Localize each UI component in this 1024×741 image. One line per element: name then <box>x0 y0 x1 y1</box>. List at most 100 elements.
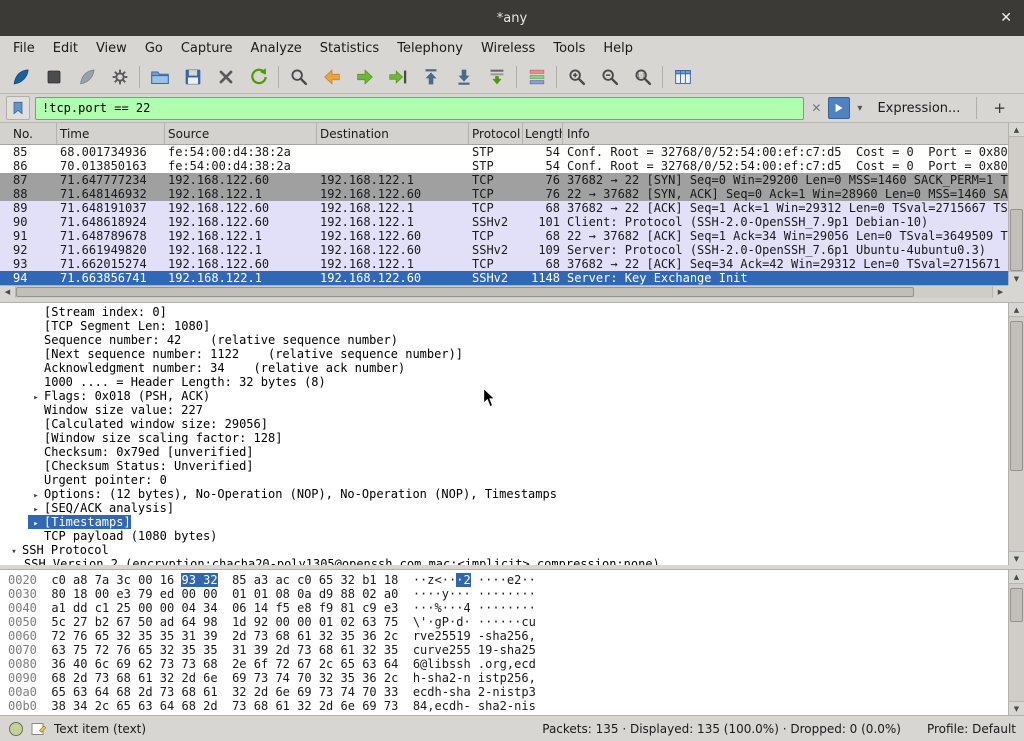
ascii-char[interactable]: 2 <box>521 643 528 657</box>
menu-view[interactable]: View <box>87 38 136 59</box>
hex-byte[interactable]: ad <box>160 615 174 629</box>
ascii-char[interactable]: z <box>427 573 434 587</box>
restart-capture-button[interactable] <box>70 63 103 91</box>
open-file-button[interactable] <box>143 63 176 91</box>
add-filter-button[interactable]: + <box>985 99 1018 117</box>
hex-byte[interactable]: 50 <box>138 615 152 629</box>
detail-line[interactable]: TCP payload (1080 bytes) <box>0 529 1024 543</box>
hex-byte[interactable]: 2c <box>95 699 109 713</box>
ascii-char[interactable]: c <box>521 657 528 671</box>
hex-byte[interactable]: 68 <box>181 685 195 699</box>
scrollbar-thumb[interactable] <box>1010 588 1023 622</box>
packet-list-vscrollbar[interactable] <box>1008 123 1024 285</box>
ascii-char[interactable]: b <box>442 657 449 671</box>
hex-byte[interactable]: c1 <box>95 601 109 615</box>
ascii-char[interactable]: · <box>427 587 434 601</box>
hex-byte[interactable]: 08 <box>275 587 289 601</box>
ascii-char[interactable]: h <box>413 671 420 685</box>
hex-line[interactable]: 0040 a1 dd c1 25 00 00 04 34 06 14 f5 e8… <box>0 601 1024 615</box>
menu-file[interactable]: File <box>4 38 44 59</box>
hex-byte[interactable]: f5 <box>275 601 289 615</box>
go-forward-button[interactable] <box>348 63 381 91</box>
hex-byte[interactable]: 65 <box>116 699 130 713</box>
hex-byte[interactable]: 01 <box>232 587 246 601</box>
hex-byte[interactable]: 68 <box>181 699 195 713</box>
hex-byte[interactable]: 65 <box>341 657 355 671</box>
hex-byte[interactable]: 18 <box>384 573 398 587</box>
packet-list-hscrollbar[interactable] <box>0 285 1008 298</box>
hex-byte[interactable]: 69 <box>362 699 376 713</box>
hex-byte[interactable]: 2e <box>232 657 246 671</box>
hex-byte[interactable]: 06 <box>232 601 246 615</box>
go-first-button[interactable] <box>414 63 447 91</box>
ascii-char[interactable]: 2 <box>507 671 514 685</box>
detail-line[interactable]: [Next sequence number: 1122 (relative se… <box>0 347 1024 361</box>
ascii-char[interactable]: · <box>492 587 499 601</box>
hex-byte[interactable]: 2d <box>275 643 289 657</box>
detail-line[interactable]: [TCP Segment Len: 1080] <box>0 319 1024 333</box>
hex-byte[interactable]: 6e <box>203 671 217 685</box>
ascii-char[interactable]: h <box>463 657 470 671</box>
hex-byte[interactable]: 65 <box>319 573 333 587</box>
hex-byte[interactable]: 27 <box>73 615 87 629</box>
ascii-char[interactable]: P <box>442 615 449 629</box>
detail-line[interactable]: 1000 .... = Header Length: 32 bytes (8) <box>0 375 1024 389</box>
hex-byte[interactable]: 6c <box>95 657 109 671</box>
ascii-char[interactable]: c <box>521 615 528 629</box>
hex-byte[interactable]: 68 <box>319 643 333 657</box>
ascii-char[interactable]: , <box>427 699 434 713</box>
hex-line[interactable]: 0080 36 40 6c 69 62 73 73 68 2e 6f 72 67… <box>0 657 1024 671</box>
hex-byte[interactable]: 73 <box>160 685 174 699</box>
hex-byte[interactable]: 73 <box>254 629 268 643</box>
hex-byte[interactable]: 63 <box>51 643 65 657</box>
expand-arrow-icon[interactable]: ▸ <box>28 391 44 405</box>
ascii-char[interactable]: · <box>500 615 507 629</box>
detail-line[interactable]: ▸[SEQ/ACK analysis] <box>0 501 1024 515</box>
hex-byte[interactable]: 75 <box>73 643 87 657</box>
hex-byte[interactable]: 93 <box>181 573 195 587</box>
ascii-char[interactable]: · <box>500 573 507 587</box>
packet-row-92[interactable]: 9271.661949820192.168.122.1192.168.122.6… <box>0 243 1008 257</box>
hex-byte[interactable]: 0a <box>297 587 311 601</box>
hex-byte[interactable]: 63 <box>73 685 87 699</box>
resize-columns-button[interactable] <box>666 63 699 91</box>
hex-line[interactable]: 0060 72 76 65 32 35 35 31 39 2d 73 68 61… <box>0 629 1024 643</box>
ascii-char[interactable]: 5 <box>529 643 536 657</box>
hex-byte[interactable]: 32 <box>297 699 311 713</box>
detail-line[interactable]: ▸Flags: 0x018 (PSH, ACK) <box>0 389 1024 403</box>
ascii-char[interactable]: s <box>529 699 536 713</box>
hex-byte[interactable]: 64 <box>181 615 195 629</box>
hex-byte[interactable]: 64 <box>95 685 109 699</box>
hex-byte[interactable]: 36 <box>362 671 376 685</box>
hex-byte[interactable]: 2c <box>384 671 398 685</box>
ascii-char[interactable]: · <box>529 573 536 587</box>
ascii-char[interactable]: , <box>507 657 514 671</box>
packet-row-90[interactable]: 9071.648618924192.168.122.60192.168.122.… <box>0 215 1008 229</box>
ascii-char[interactable]: - <box>492 643 499 657</box>
ascii-char[interactable]: d <box>427 685 434 699</box>
hex-byte[interactable]: 68 <box>275 629 289 643</box>
ascii-char[interactable]: · <box>413 601 420 615</box>
zoom-original-button[interactable]: 1:1 <box>626 63 659 91</box>
hex-byte[interactable]: 32 <box>116 629 130 643</box>
hex-byte[interactable]: 32 <box>160 643 174 657</box>
hex-byte[interactable]: 00 <box>275 615 289 629</box>
hex-byte[interactable]: 64 <box>384 657 398 671</box>
hex-byte[interactable]: 6f <box>254 657 268 671</box>
expression-button[interactable]: Expression... <box>869 101 968 116</box>
hex-byte[interactable]: 00 <box>160 601 174 615</box>
ascii-char[interactable]: 2 <box>507 629 514 643</box>
detail-line[interactable]: ▾SSH Protocol <box>0 543 1024 557</box>
hex-byte[interactable]: 61 <box>297 629 311 643</box>
ascii-char[interactable]: c <box>442 699 449 713</box>
hex-byte[interactable]: 31 <box>181 629 195 643</box>
ascii-char[interactable]: i <box>521 699 528 713</box>
hex-line[interactable]: 0020 c0 a8 7a 3c 00 16 93 32 85 a3 ac c0… <box>0 573 1024 587</box>
ascii-char[interactable]: p <box>521 685 528 699</box>
ascii-char[interactable]: r <box>413 629 420 643</box>
hex-byte[interactable]: 32 <box>319 629 333 643</box>
hex-byte[interactable]: 81 <box>341 601 355 615</box>
hex-byte[interactable]: 74 <box>341 685 355 699</box>
hex-byte[interactable]: 2d <box>138 685 152 699</box>
hex-byte[interactable]: 2d <box>73 671 87 685</box>
